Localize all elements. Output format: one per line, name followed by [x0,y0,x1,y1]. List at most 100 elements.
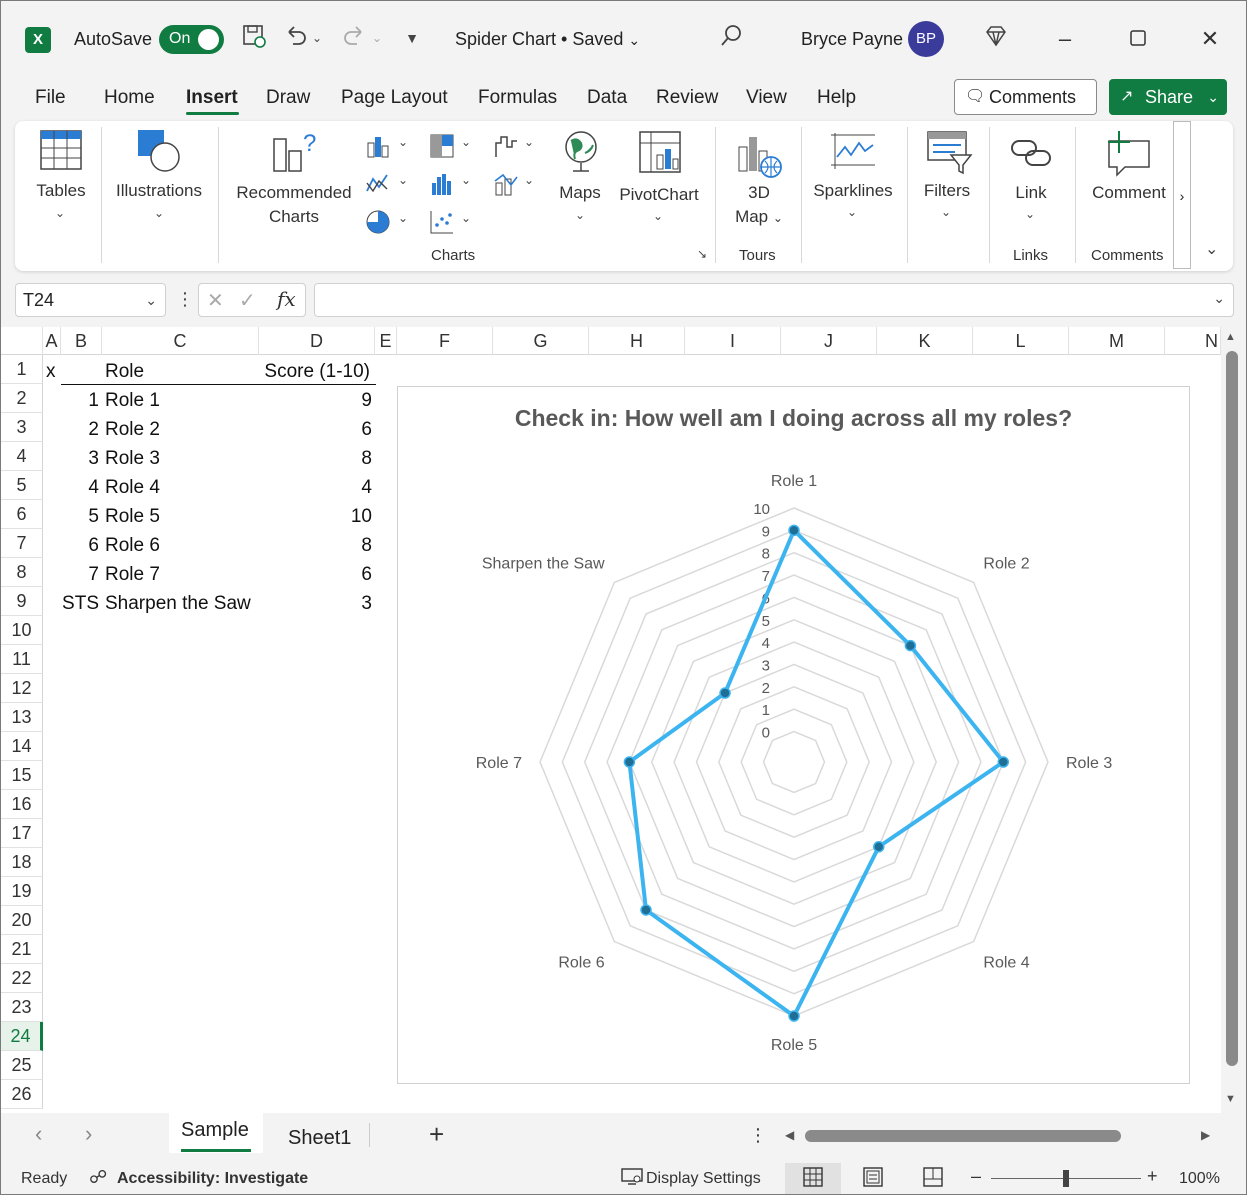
vertical-scroll-thumb[interactable] [1226,351,1238,1066]
table-icon[interactable] [39,129,83,176]
cell-d5[interactable]: 4 [259,473,372,502]
cell-d8[interactable]: 6 [259,560,372,589]
row-header-2[interactable]: 2 [1,384,43,413]
scroll-left-icon[interactable]: ◀ [785,1128,794,1142]
link-button[interactable]: Link [1001,181,1061,205]
name-box[interactable]: T24 ⌄ [15,283,166,317]
cell-c5[interactable]: Role 4 [105,473,160,502]
comment-button[interactable]: Comment [1085,181,1173,205]
cell-b7[interactable]: 6 [61,531,99,560]
row-header-8[interactable]: 8 [1,558,43,587]
cell-d3[interactable]: 6 [259,415,372,444]
cell-b9[interactable]: STS [61,589,99,618]
sparklines-button[interactable]: Sparklines [811,179,895,203]
expand-formula-bar-icon[interactable]: ⌄ [1213,290,1225,307]
row-header-6[interactable]: 6 [1,500,43,529]
row-header-14[interactable]: 14 [1,732,43,761]
autosave-toggle[interactable]: On [159,25,224,54]
column-header-k[interactable]: K [877,327,973,355]
accessibility-status[interactable]: Accessibility: Investigate [117,1170,308,1188]
undo-dropdown-icon[interactable]: ⌄ [307,23,327,53]
cell-b2[interactable]: 1 [61,386,99,415]
column-header-m[interactable]: M [1069,327,1165,355]
line-chart-icon[interactable] [365,171,391,197]
select-all-corner[interactable] [1,327,43,355]
minimize-button[interactable]: – [1045,19,1085,59]
zoom-in-icon[interactable]: + [1147,1166,1158,1187]
sheet-scroll-right-icon[interactable]: › [85,1121,92,1147]
display-settings-button[interactable]: Display Settings [646,1170,761,1188]
search-icon[interactable] [717,23,747,53]
tab-home[interactable]: Home [104,87,155,109]
data-point[interactable] [640,904,652,916]
data-point[interactable] [788,524,800,537]
column-header-d[interactable]: D [259,327,375,355]
cell-b4[interactable]: 3 [61,444,99,473]
tab-insert[interactable]: Insert [186,87,238,109]
data-point[interactable] [788,1010,800,1022]
cell-c4[interactable]: Role 3 [105,444,160,473]
close-button[interactable]: ✕ [1190,19,1230,59]
scroll-up-icon[interactable]: ▲ [1225,331,1236,343]
maps-button[interactable]: Maps [551,181,609,205]
zoom-slider-thumb[interactable] [1063,1170,1069,1187]
row-header-18[interactable]: 18 [1,848,43,877]
row-header-4[interactable]: 4 [1,442,43,471]
row-header-3[interactable]: 3 [1,413,43,442]
pivotchart-button[interactable]: PivotChart [613,183,705,207]
combo-chart-icon[interactable] [493,171,519,197]
scroll-down-icon[interactable]: ▼ [1225,1093,1236,1105]
row-header-5[interactable]: 5 [1,471,43,500]
column-header-b[interactable]: B [61,327,102,355]
column-header-c[interactable]: C [102,327,259,355]
charts-dialog-launcher-icon[interactable]: ↘ [697,247,707,261]
row-header-1[interactable]: 1 [1,355,43,384]
tab-data[interactable]: Data [587,87,627,109]
tab-formulas[interactable]: Formulas [478,87,557,109]
diamond-premium-icon[interactable] [981,23,1011,53]
statistic-chart-icon[interactable] [429,171,455,197]
filters-icon[interactable] [925,129,973,182]
tab-view[interactable]: View [746,87,787,109]
row-header-22[interactable]: 22 [1,964,43,993]
vertical-scrollbar[interactable]: ▲ ▼ [1221,327,1246,1113]
cancel-entry-icon[interactable]: ✕ [207,288,224,313]
cell-c7[interactable]: Role 6 [105,531,160,560]
cell-c2[interactable]: Role 1 [105,386,160,415]
add-sheet-icon[interactable]: + [429,1119,444,1150]
tables-button[interactable]: Tables [29,179,93,203]
row-header-19[interactable]: 19 [1,877,43,906]
cell-d9[interactable]: 3 [259,589,372,618]
tab-help[interactable]: Help [817,87,856,109]
data-point[interactable] [719,687,731,699]
formula-input[interactable]: ⌄ [314,283,1234,317]
row-header-26[interactable]: 26 [1,1080,43,1109]
filters-button[interactable]: Filters [915,179,979,203]
data-point[interactable] [873,841,885,853]
cell-d4[interactable]: 8 [259,444,372,473]
tab-file[interactable]: File [35,87,66,109]
normal-view-icon[interactable] [803,1167,823,1192]
cell-c3[interactable]: Role 2 [105,415,160,444]
cell-c8[interactable]: Role 7 [105,560,160,589]
confirm-entry-icon[interactable]: ✓ [239,288,256,313]
row-header-10[interactable]: 10 [1,616,43,645]
zoom-out-icon[interactable]: – [971,1166,981,1187]
tab-review[interactable]: Review [656,87,718,109]
horizontal-scrollbar[interactable]: ◀ ▶ [781,1125,1217,1147]
cell-c9[interactable]: Sharpen the Saw [105,589,251,618]
row-header-11[interactable]: 11 [1,645,43,674]
column-header-n[interactable]: N [1165,327,1221,355]
sheet-tab-sheet1[interactable]: Sheet1 [288,1127,351,1150]
waterfall-chart-icon[interactable] [493,133,519,159]
row-header-21[interactable]: 21 [1,935,43,964]
comments-button[interactable]: 🗨 Comments [954,79,1097,115]
3d-map-button[interactable]: 3D Map ⌄ [731,181,787,230]
sparklines-icon[interactable] [829,131,877,176]
pie-chart-icon[interactable] [365,209,391,235]
column-header-g[interactable]: G [493,327,589,355]
horizontal-scroll-thumb[interactable] [805,1130,1121,1142]
document-title[interactable]: Spider Chart • Saved ⌄ [455,29,640,50]
page-layout-view-icon[interactable] [863,1167,883,1192]
series-line[interactable] [627,528,1006,1018]
